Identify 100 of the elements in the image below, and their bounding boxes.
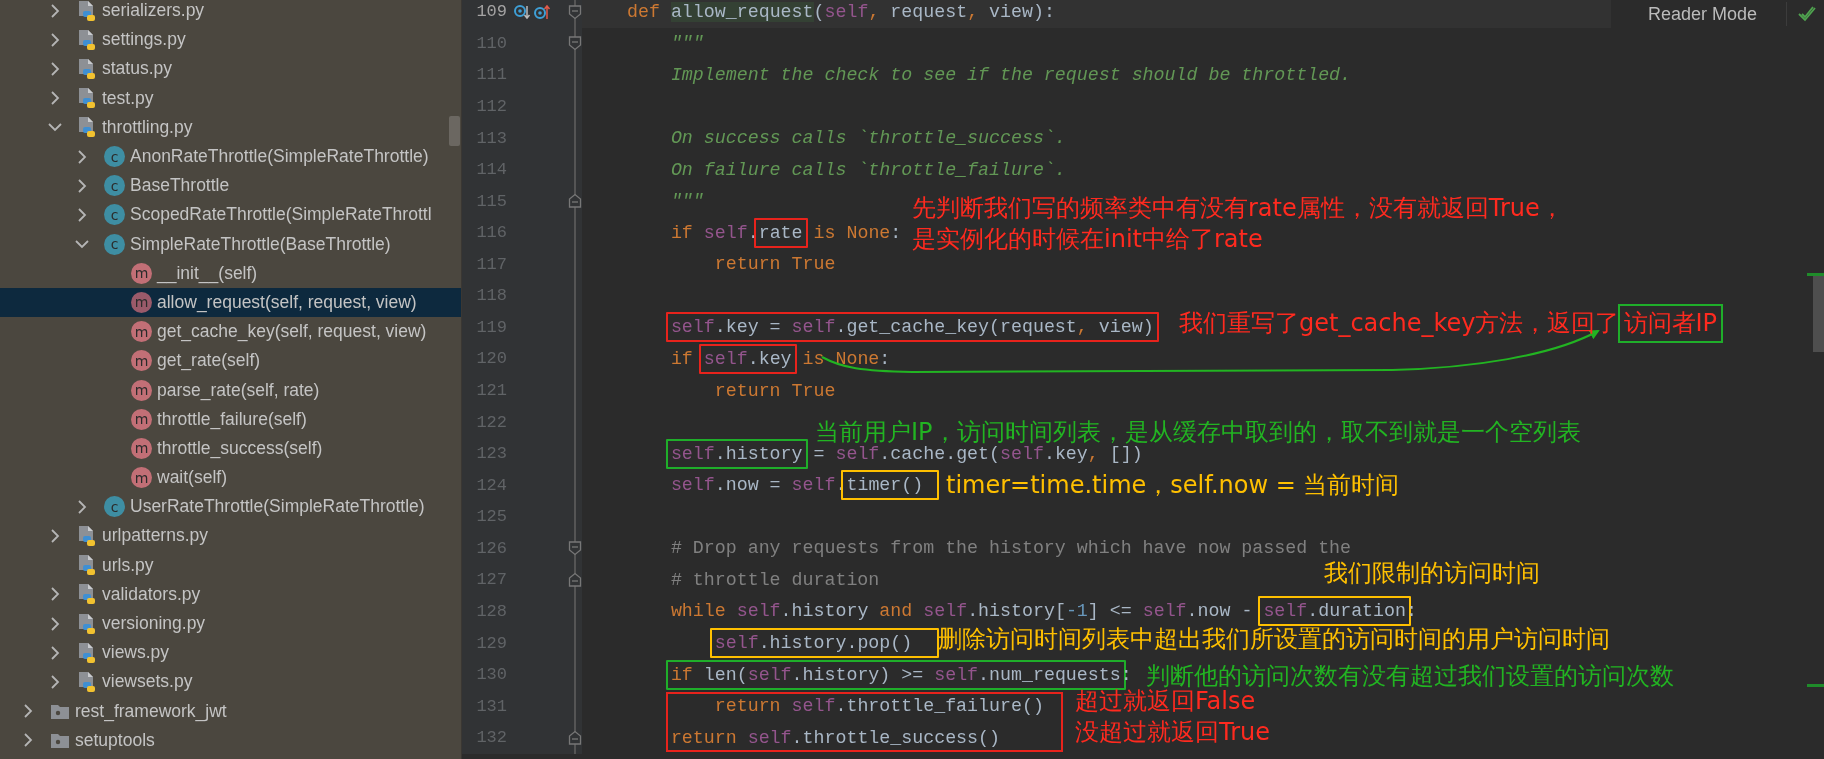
tree-row[interactable]: m throttle_success(self) xyxy=(0,433,461,463)
code-text: # Drop any requests from the history which have now passed the xyxy=(670,538,1352,559)
code-text: return self.throttle_success() xyxy=(670,727,1000,748)
highlighted-code: self.history.pop() xyxy=(709,628,940,659)
python-file-icon xyxy=(77,28,97,51)
fold-marker-icon[interactable] xyxy=(568,571,582,588)
code-text: if xyxy=(670,348,694,369)
highlighted-annotation: 访问者IP xyxy=(1617,304,1724,343)
item-label: __init__(self) xyxy=(157,262,258,284)
tree-row[interactable]: m parse_rate(self, rate) xyxy=(0,375,461,405)
item-label: get_rate(self) xyxy=(157,350,261,372)
item-label: SimpleRateThrottle(BaseThrottle) xyxy=(130,233,391,255)
tree-row[interactable]: settings.py xyxy=(0,25,461,55)
tree-row[interactable]: status.py xyxy=(0,54,461,84)
item-label: BaseThrottle xyxy=(130,175,230,197)
item-label: ScopedRateThrottle(SimpleRateThrottl xyxy=(130,204,432,226)
highlighted-code: timer() xyxy=(841,470,940,501)
tree-row[interactable]: urlpatterns.py xyxy=(0,521,461,551)
item-label: AnonRateThrottle(SimpleRateThrottle) xyxy=(130,146,429,168)
tree-row[interactable]: urls.py xyxy=(0,550,461,580)
code-text: = self.cache.get(self.key, []) xyxy=(812,443,1143,464)
highlighted-code: self.key xyxy=(698,343,797,374)
tree-row[interactable]: views.py xyxy=(0,638,461,668)
annotation-text: 判断他的访问次数有没有超过我们设置的访问次数 xyxy=(1146,661,1674,690)
item-label: serializers.py xyxy=(102,0,205,22)
tree-row[interactable]: viewsets.py xyxy=(0,667,461,697)
fold-marker-icon[interactable] xyxy=(568,729,582,746)
scrollbar-thumb[interactable] xyxy=(449,116,460,146)
annotation-text: 我们限制的访问时间 xyxy=(1324,558,1540,589)
scrollbar-thumb[interactable] xyxy=(1813,275,1824,352)
item-label: parse_rate(self, rate) xyxy=(157,379,320,401)
circle-arrow-up-icon[interactable] xyxy=(533,2,551,21)
class-icon: c xyxy=(104,204,125,226)
code-text: """ xyxy=(670,33,704,54)
item-label: versioning.py xyxy=(102,613,206,635)
tree-row[interactable]: c BaseThrottle xyxy=(0,171,461,201)
tree-row[interactable]: test.py xyxy=(0,83,461,113)
code-text: while self.history and self.history[-1] <= self.now - xyxy=(670,601,1254,622)
circle-arrow-down-icon[interactable] xyxy=(513,2,531,21)
tree-row[interactable]: serializers.py xyxy=(0,0,461,26)
python-file-icon xyxy=(77,583,97,606)
tree-row[interactable]: throttling.py xyxy=(0,112,461,142)
change-marker xyxy=(1807,273,1824,276)
highlighted-code: self.history xyxy=(665,438,808,469)
item-label: viewsets.py xyxy=(102,671,193,693)
method-icon: m xyxy=(131,262,152,284)
item-label: UserRateThrottle(SimpleRateThrottle) xyxy=(130,496,425,518)
item-label: validators.py xyxy=(102,583,201,605)
annotation-text: timer=time.time，self.now = 当前时间 xyxy=(946,470,1400,501)
item-label: throttling.py xyxy=(102,116,193,138)
annotation-text: 我们重写了get_cache_key方法，返回了 xyxy=(1179,308,1620,339)
annotation-text: 超过就返回False 没超过就返回True xyxy=(1075,687,1270,748)
code-text: is None: xyxy=(801,348,891,369)
code-text: Implement the check to see if the request should be throttled. xyxy=(670,64,1352,85)
code-text: # throttle duration xyxy=(670,569,880,590)
class-icon: c xyxy=(104,175,125,197)
fold-marker-icon[interactable] xyxy=(568,35,582,52)
fold-marker-icon[interactable] xyxy=(568,3,582,20)
python-file-icon xyxy=(77,670,97,693)
python-file-icon xyxy=(77,612,97,635)
line-number: 109 xyxy=(475,2,507,22)
python-file-icon xyxy=(77,116,97,139)
method-icon: m xyxy=(131,379,152,401)
tree-row[interactable]: rest_framework_jwt xyxy=(0,696,461,726)
check-icon[interactable] xyxy=(1797,5,1817,23)
method-icon: m xyxy=(131,291,152,313)
tree-row[interactable]: m wait(self) xyxy=(0,463,461,493)
item-label: settings.py xyxy=(102,29,186,51)
code-text: is None: xyxy=(812,222,902,243)
tree-row[interactable]: c SimpleRateThrottle(BaseThrottle) xyxy=(0,229,461,259)
code-text: def allow_request(self, request, view): xyxy=(627,1,1055,22)
class-icon: c xyxy=(104,146,125,168)
method-icon: m xyxy=(131,467,152,489)
code-text: On success calls `throttle_success`. xyxy=(670,128,1066,149)
class-icon: c xyxy=(104,233,125,255)
item-label: test.py xyxy=(102,87,154,109)
class-icon: c xyxy=(104,496,125,518)
highlighted-code: self.key = self.get_cache_key(request, view) xyxy=(665,312,1159,343)
tree-row[interactable]: c ScopedRateThrottle(SimpleRateThrottl xyxy=(0,200,461,230)
fold-marker-icon[interactable] xyxy=(568,540,582,557)
python-file-icon xyxy=(77,87,97,110)
python-file-icon xyxy=(77,0,97,22)
change-marker xyxy=(1807,684,1824,687)
python-file-icon xyxy=(77,57,97,80)
tree-row[interactable]: versioning.py xyxy=(0,608,461,639)
tree-row[interactable]: validators.py xyxy=(0,579,461,609)
code-text: """ xyxy=(670,191,704,212)
annotation-text: 删除访问时间列表中超出我们所设置的访问时间的用户访问时间 xyxy=(938,624,1610,655)
tree-row[interactable]: m throttle_failure(self) xyxy=(0,404,461,434)
tree-row[interactable]: m get_rate(self) xyxy=(0,346,461,376)
fold-marker-icon[interactable] xyxy=(568,193,582,210)
tree-row[interactable]: setuptools xyxy=(0,725,461,755)
item-label: views.py xyxy=(102,642,170,664)
item-label: throttle_failure(self) xyxy=(157,408,307,430)
tree-row[interactable]: m get_cache_key(self, request, view) xyxy=(0,317,461,347)
tree-row[interactable]: c AnonRateThrottle(SimpleRateThrottle) xyxy=(0,141,461,172)
tree-row[interactable]: c UserRateThrottle(SimpleRateThrottle) xyxy=(0,492,461,522)
python-file-icon xyxy=(77,554,97,577)
tree-row[interactable]: m __init__(self) xyxy=(0,258,461,288)
tree-row[interactable]: m allow_request(self, request, view) xyxy=(0,287,461,318)
